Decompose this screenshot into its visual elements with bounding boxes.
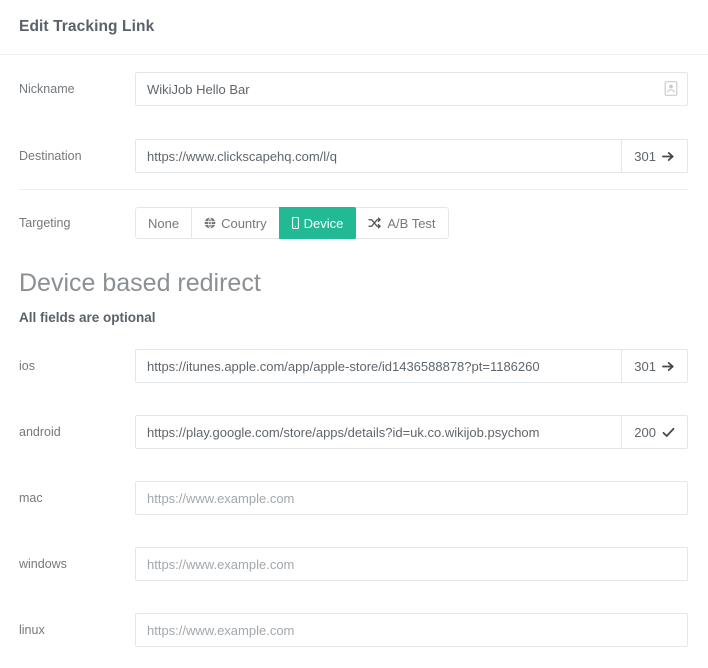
globe-icon xyxy=(204,217,216,229)
device-row-ios-status-code-button[interactable]: 301 xyxy=(621,349,688,383)
destination-status-code: 301 xyxy=(634,148,656,164)
device-row-ios-input-value: https://itunes.apple.com/app/apple-store… xyxy=(147,358,540,374)
nickname-input-container: WikiJob Hello Bar xyxy=(135,72,688,106)
device-row-windows-label: windows xyxy=(19,556,67,571)
device-row-windows-input[interactable]: https://www.example.com xyxy=(135,547,688,581)
device-row-windows: windows https://www.example.com xyxy=(0,539,708,589)
destination-input-value: https://www.clickscapehq.com/l/q xyxy=(147,148,338,164)
destination-input[interactable]: https://www.clickscapehq.com/l/q xyxy=(135,139,622,173)
nickname-row: Nickname WikiJob Hello Bar xyxy=(0,55,708,123)
device-row-mac: mac https://www.example.com xyxy=(0,473,708,523)
nickname-field-wrap: WikiJob Hello Bar xyxy=(135,72,688,106)
device-row-linux-label: linux xyxy=(19,622,45,637)
targeting-label: Targeting xyxy=(19,215,71,230)
targeting-option-ab-test[interactable]: A/B Test xyxy=(355,207,449,239)
device-row-android-label: android xyxy=(19,424,61,439)
device-row-windows-field-wrap: https://www.example.com xyxy=(135,547,688,581)
device-row-android-input-value: https://play.google.com/store/apps/detai… xyxy=(147,424,540,440)
destination-field-wrap: https://www.clickscapehq.com/l/q 301 xyxy=(135,139,688,173)
device-row-android-status-code: 200 xyxy=(634,424,656,440)
targeting-option-none-label: None xyxy=(148,215,180,231)
targeting-option-country[interactable]: Country xyxy=(191,207,279,239)
targeting-button-group: None Country Device A/B Test xyxy=(135,207,449,239)
nickname-label: Nickname xyxy=(19,81,75,96)
device-row-linux: linux https://www.example.com xyxy=(0,605,708,655)
targeting-row: Targeting None Country Device A/B Test xyxy=(0,190,708,256)
shuffle-icon xyxy=(368,217,382,229)
device-row-mac-input[interactable]: https://www.example.com xyxy=(135,481,688,515)
device-row-ios-label: ios xyxy=(19,358,35,373)
nickname-input-value: WikiJob Hello Bar xyxy=(147,81,250,97)
nickname-input[interactable]: WikiJob Hello Bar xyxy=(135,72,688,106)
destination-label: Destination xyxy=(19,148,82,163)
arrow-right-icon xyxy=(662,150,675,163)
device-row-ios: ios https://itunes.apple.com/app/apple-s… xyxy=(0,341,708,391)
device-row-linux-input-placeholder: https://www.example.com xyxy=(147,622,295,638)
device-section-subtitle: All fields are optional xyxy=(19,310,156,325)
device-row-android-status-code-button[interactable]: 200 xyxy=(621,415,688,449)
page-title: Edit Tracking Link xyxy=(19,18,155,35)
destination-status-code-button[interactable]: 301 xyxy=(621,139,688,173)
device-row-android-field-wrap: https://play.google.com/store/apps/detai… xyxy=(135,415,688,449)
device-row-linux-field-wrap: https://www.example.com xyxy=(135,613,688,647)
device-row-ios-status-code: 301 xyxy=(634,358,656,374)
device-row-linux-input[interactable]: https://www.example.com xyxy=(135,613,688,647)
targeting-option-country-label: Country xyxy=(221,215,267,231)
targeting-option-none[interactable]: None xyxy=(135,207,192,239)
device-row-android: android https://play.google.com/store/ap… xyxy=(0,407,708,457)
device-row-mac-input-placeholder: https://www.example.com xyxy=(147,490,295,506)
device-section-title: Device based redirect xyxy=(19,269,261,297)
page-header: Edit Tracking Link xyxy=(0,0,708,55)
mobile-icon xyxy=(291,217,299,229)
device-row-ios-field-wrap: https://itunes.apple.com/app/apple-store… xyxy=(135,349,688,383)
device-row-ios-input[interactable]: https://itunes.apple.com/app/apple-store… xyxy=(135,349,622,383)
id-card-icon[interactable] xyxy=(664,81,679,98)
arrow-right-icon xyxy=(662,360,675,373)
device-row-windows-input-placeholder: https://www.example.com xyxy=(147,556,295,572)
check-icon xyxy=(662,426,675,439)
device-row-android-input[interactable]: https://play.google.com/store/apps/detai… xyxy=(135,415,622,449)
device-row-mac-label: mac xyxy=(19,490,43,505)
targeting-option-device-label: Device xyxy=(303,215,344,231)
targeting-option-device[interactable]: Device xyxy=(278,207,356,239)
device-row-mac-field-wrap: https://www.example.com xyxy=(135,481,688,515)
targeting-option-ab-test-label: A/B Test xyxy=(387,215,436,231)
destination-row: Destination https://www.clickscapehq.com… xyxy=(0,123,708,189)
